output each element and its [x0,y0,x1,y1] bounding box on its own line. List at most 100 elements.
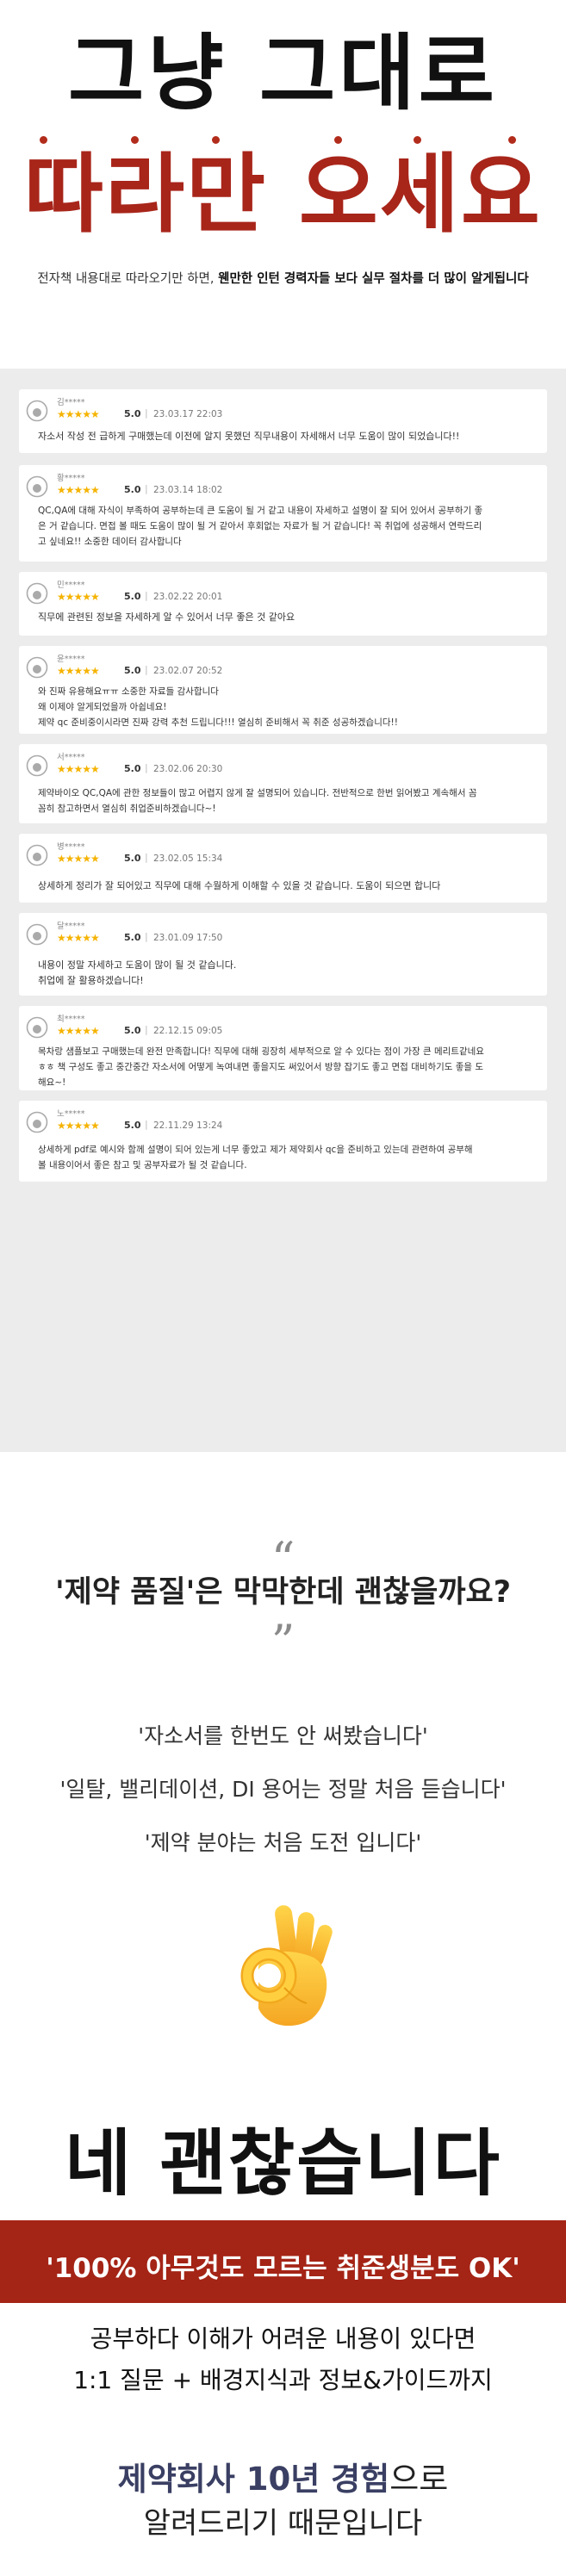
ok-hand-icon [240,1905,333,2027]
review-username: 윤***** [57,655,85,664]
rating-score: 5.0 [124,591,141,602]
review-username: 김***** [57,398,85,407]
review-text-line: 상세하게 pdf로 예시와 함께 설명이 되어 있는게 너무 좋았고 제가 제약… [38,1145,473,1155]
closing-line-1: 제약회사 10년 경험으로 [0,2453,566,2499]
hero-title-line2: 따라만 오세요 [24,144,542,245]
separator: | [145,483,148,494]
review-text-line: 해요~! [38,1077,66,1088]
closing-suffix: 으로 [389,2461,449,2498]
review-username: 최***** [57,1015,85,1024]
review-text-line: 볼 내용이어서 좋은 참고 및 공부자료가 될 것 같습니다. [38,1160,247,1170]
rating-stars: ★★★★★ [57,408,100,420]
review-text: 상세하게 정리가 잘 되어있고 직무에 대해 수월하게 이해할 수 있을 것 같… [38,878,530,894]
review-text-line: 제약바이오 QC,QA에 관한 정보들이 많고 어렵지 않게 잘 설명되어 있습… [38,788,477,798]
separator: | [145,407,148,419]
rating-stars: ★★★★★ [57,763,100,775]
review-card: 김***** ★★★★★ 5.0 | 23.03.17 22:03 자소서 작성… [19,389,547,453]
rating-score: 5.0 [124,484,141,495]
review-card: 병***** ★★★★★ 5.0 | 23.02.05 15:34 상세하게 정… [19,834,547,903]
answer-headline: 네 괜찮습니다 [65,2121,501,2206]
review-card: 윤***** ★★★★★ 5.0 | 23.02.07 20:52 와 진짜 유… [19,646,547,734]
separator: | [145,762,148,773]
review-text-line: 내용이 정말 자세하고 도움이 많이 될 것 같습니다. [38,959,237,971]
review-card: 서***** ★★★★★ 5.0 | 23.02.06 20:30 제약바이오 … [19,744,547,823]
rating-score: 5.0 [124,1120,141,1131]
review-text: 상세하게 pdf로 예시와 함께 설명이 되어 있는게 너무 좋았고 제가 제약… [38,1142,530,1173]
review-text-line: 꼼히 참고하면서 열심히 취업준비하겠습니다~! [38,804,216,814]
user-avatar-icon [26,475,48,498]
user-avatar-icon [26,923,48,946]
review-date: 22.11.29 13:24 [153,1120,223,1131]
review-date: 23.02.22 20:01 [153,592,223,602]
review-card: 황***** ★★★★★ 5.0 | 23.03.14 18:02 QC,QA에… [19,465,547,562]
review-card: 최***** ★★★★★ 5.0 | 22.12.15 09:05 목차랑 샘플… [19,1006,547,1090]
rating-stars: ★★★★★ [57,1025,100,1037]
review-username: 병***** [57,842,85,852]
rating-score: 5.0 [124,932,141,943]
review-text: 와 진짜 유용해요ㅠㅠ 소중한 자료들 감사합니다 왜 이제야 알게되었을까 아… [38,684,530,730]
review-username: 달***** [57,922,85,931]
review-text-line: 고 싶네요!! 소중한 데이터 감사합니다 [38,537,182,547]
review-text-line: 은 거 같습니다. 면접 볼 때도 도움이 많이 될 거 같아서 후회없는 자료… [38,521,482,531]
rating-score: 5.0 [124,408,141,419]
review-text: 제약바이오 QC,QA에 관한 정보들이 많고 어렵지 않게 잘 설명되어 있습… [38,785,530,816]
rating-stars: ★★★★★ [57,665,100,677]
support-line-1: 공부하다 이해가 어려운 내용이 있다면 [90,2325,476,2353]
separator: | [145,590,148,601]
review-text: QC,QA에 대해 자식이 부족하여 공부하는데 큰 도움이 될 거 같고 내용… [38,503,530,549]
reviews-section: 김***** ★★★★★ 5.0 | 23.03.17 22:03 자소서 작성… [0,369,566,1452]
rating-stars: ★★★★★ [57,932,100,944]
review-username: 노***** [57,1109,85,1119]
hero-subtitle-prefix: 전자책 내용대로 따라오기만 하면, [37,272,219,286]
separator: | [145,1119,148,1130]
review-text-line: ㅎㅎ 책 구성도 좋고 중간중간 자소서에 어떻게 녹여내면 좋을지도 써있어서… [38,1062,484,1072]
review-date: 22.12.15 09:05 [153,1026,223,1036]
review-text: 목차랑 샘플보고 구매했는데 완전 만족합니다! 직무에 대해 굉장히 세부적으… [38,1044,530,1090]
review-date: 23.02.05 15:34 [153,853,223,864]
closing-highlight: 제약회사 10년 경험 [117,2461,390,2498]
concern-item: '제약 분야는 처음 도전 입니다' [144,1830,422,1855]
review-text-line: 자소서 작성 전 급하게 구매했는데 이전에 알지 못했던 직무내용이 자세해서… [38,431,460,442]
review-text-line: 와 진짜 유용해요ㅠㅠ 소중한 자료들 감사합니다 [38,686,219,697]
user-avatar-icon [26,1111,48,1133]
review-username: 황***** [57,474,85,483]
user-avatar-icon [26,656,48,679]
review-date: 23.01.09 17:50 [153,933,223,943]
separator: | [145,1024,148,1035]
review-text-line: 왜 이제야 알게되었을까 아쉽네요! [38,702,167,712]
hero-subtitle-bold: 웬만한 인턴 경력자들 보다 실무 절차를 더 많이 알게됩니다 [218,272,529,286]
review-text: 자소서 작성 전 급하게 구매했는데 이전에 알지 못했던 직무내용이 자세해서… [38,429,530,444]
rating-score: 5.0 [124,1025,141,1036]
separator: | [145,852,148,863]
concern-heading: '제약 품질'은 막막한데 괜찮을까요? [54,1575,512,1610]
ok-banner: '100% 아무것도 모르는 취준생분도 OK' [0,2220,566,2303]
user-avatar-icon [26,400,48,422]
rating-stars: ★★★★★ [57,1120,100,1132]
review-text-line: 직무에 관련된 정보을 자세하게 알 수 있어서 너무 좋은 것 같아요 [38,611,295,623]
user-avatar-icon [26,844,48,866]
review-text-line: QC,QA에 대해 자식이 부족하여 공부하는데 큰 도움이 될 거 같고 내용… [38,506,483,516]
rating-stars: ★★★★★ [57,484,100,496]
user-avatar-icon [26,1016,48,1039]
review-text-line: 상세하게 정리가 잘 되어있고 직무에 대해 수월하게 이해할 수 있을 것 같… [38,880,441,891]
support-line-2: 1:1 질문 + 배경지식과 정보&가이드까지 [73,2366,493,2394]
review-date: 23.02.06 20:30 [153,764,223,774]
review-card: 노***** ★★★★★ 5.0 | 22.11.29 13:24 상세하게 p… [19,1101,547,1182]
separator: | [145,931,148,942]
review-card: 민***** ★★★★★ 5.0 | 23.02.22 20:01 직무에 관련… [19,572,547,636]
review-text-line: 취업에 잘 활용하겠습니다! [38,975,144,986]
hero-title-line1: 그냥 그대로 [67,25,499,121]
rating-stars: ★★★★★ [57,591,100,603]
review-card: 달***** ★★★★★ 5.0 | 23.01.09 17:50 내용이 정말… [19,913,547,996]
review-date: 23.03.14 18:02 [153,485,223,495]
review-date: 23.02.07 20:52 [153,666,223,676]
rating-score: 5.0 [124,763,141,774]
user-avatar-icon [26,754,48,777]
concern-item: '일탈, 밸리데이션, DI 용어는 정말 처음 듣습니다' [59,1777,507,1802]
closing-line-2: 알려드리기 때문입니다 [143,2506,423,2541]
concern-item: '자소서를 한번도 안 써봤습니다' [138,1723,428,1748]
hero-subtitle: 전자책 내용대로 따라오기만 하면, 웬만한 인턴 경력자들 보다 실무 절차를… [0,269,566,287]
rating-score: 5.0 [124,853,141,864]
rating-score: 5.0 [124,665,141,676]
review-text: 내용이 정말 자세하고 도움이 많이 될 것 같습니다. 취업에 잘 활용하겠습… [38,958,530,989]
